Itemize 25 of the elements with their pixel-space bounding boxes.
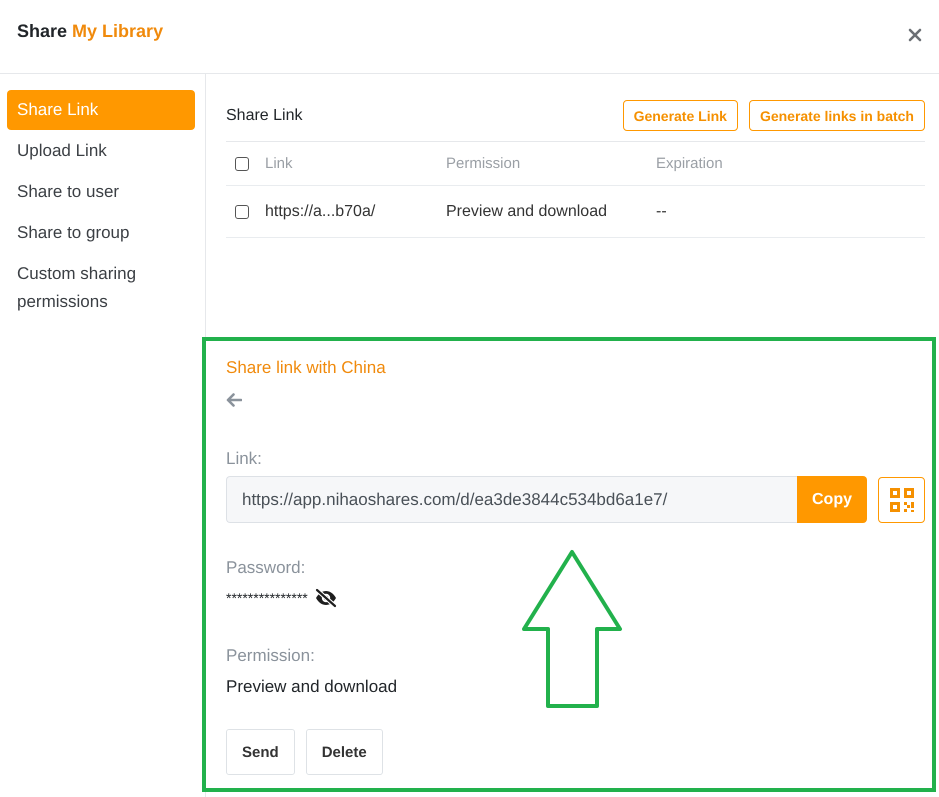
table-cell-text: Preview and download [446, 202, 608, 220]
link-field[interactable]: https://app.nihaoshares.com/d/ea3de3844c534bd6a1e7/ [226, 476, 797, 523]
sidebar-item[interactable]: Share to group [7, 213, 195, 253]
field-label: Password: [226, 557, 306, 579]
section-title: Share Link [226, 106, 302, 124]
dialog-title: Share My Library [17, 20, 164, 42]
field-label: Permission: [226, 645, 315, 667]
send-button[interactable]: Send [226, 729, 295, 775]
checkbox[interactable] [235, 204, 249, 218]
column-header: Permission [446, 155, 522, 172]
sidebar-item[interactable]: Custom sharing permissions [7, 254, 195, 322]
permission-value: Preview and download [226, 676, 398, 698]
column-header: Link [265, 155, 294, 172]
detail-title: Share link with China [226, 357, 386, 379]
delete-button[interactable]: Delete [306, 729, 383, 775]
close-icon[interactable] [908, 28, 922, 42]
table-cell-text: -- [656, 202, 668, 220]
password-value: *************** [226, 589, 308, 608]
eye-slash-icon[interactable] [314, 588, 338, 608]
table-cell-text: https://a...b70a/ [265, 202, 376, 220]
sidebar-item[interactable]: Share to user [7, 172, 195, 212]
checkbox[interactable] [235, 156, 249, 170]
column-header: Expiration [656, 155, 724, 172]
sidebar-item[interactable]: Upload Link [7, 131, 195, 171]
field-label: Link: [226, 448, 262, 470]
